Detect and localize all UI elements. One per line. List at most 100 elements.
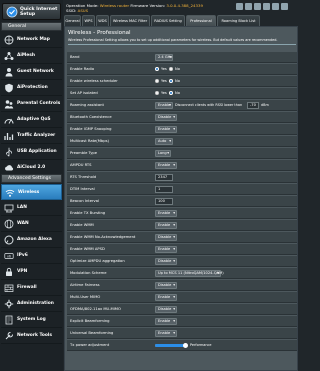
traffic-analyzer-icon <box>4 133 14 140</box>
aimesh-icon <box>4 52 14 60</box>
bt-coexistence-label: Bluetooth Coexistence <box>70 115 112 119</box>
sidebar-item-aimesh[interactable]: AiMesh <box>1 48 62 64</box>
sidebar-item-wireless[interactable]: Wireless <box>1 184 62 200</box>
scheduler-no[interactable]: No <box>169 78 180 85</box>
parental-controls-icon <box>4 100 14 109</box>
wireless-icon <box>5 189 15 197</box>
ssid-value: ASUS <box>77 8 89 13</box>
sidebar-item-label: Traffic Analyzer <box>17 133 56 138</box>
sidebar-item-label: Administration <box>17 301 54 306</box>
sidebar-item-amazon-alexa[interactable]: Amazon Alexa <box>1 232 62 248</box>
bt-coexistence-select[interactable]: Disable <box>155 114 177 121</box>
explicit-bf-select[interactable]: Enable <box>155 318 177 325</box>
preamble-select[interactable]: Long <box>155 150 171 157</box>
enable-radio-no[interactable]: No <box>169 66 180 73</box>
roaming-assistant-select[interactable]: Enable <box>155 102 173 109</box>
aicloud-icon <box>5 165 14 171</box>
tx-bursting-select[interactable]: Enable <box>155 210 177 217</box>
wifi-status-icon[interactable] <box>263 3 270 10</box>
firmware-value[interactable]: 3.0.0.4.388_24339 <box>166 3 203 8</box>
dtim-input[interactable]: 1 <box>155 186 173 193</box>
explicit-bf-label: Explicit Beamforming <box>70 319 110 323</box>
ampdu-rts-select[interactable]: Enable <box>155 162 177 169</box>
tx-bursting-label: Enable TX Bursting <box>70 211 106 215</box>
enable-radio-label: Enable Radio <box>70 67 95 71</box>
row-modulation-scheme: Modulation Scheme Up to MCS 11 (NitroQAM… <box>67 268 297 279</box>
row-ap-isolated: Set AP isolated Yes No <box>67 88 297 99</box>
sidebar-item-aiprotection[interactable]: AiProtection <box>1 80 62 96</box>
sidebar-item-wan[interactable]: WAN <box>1 216 62 232</box>
administration-icon <box>4 299 14 309</box>
rssi-unit: dBm <box>261 103 269 107</box>
ap-isolated-no[interactable]: No <box>169 90 180 97</box>
row-preamble-type: Preamble Type Long <box>67 148 297 159</box>
sidebar-item-guest-network[interactable]: Guest Network <box>1 64 62 80</box>
ap-isolated-yes[interactable]: Yes <box>155 90 167 97</box>
ap-isolated-label: Set AP isolated <box>70 91 98 95</box>
sidebar-item-label: AiProtection <box>17 85 48 90</box>
tab-wireless-mac-filter[interactable]: Wireless MAC Filter <box>110 15 150 26</box>
band-label: Band <box>70 55 80 59</box>
roaming-assistant-label: Roaming assistant <box>70 103 104 107</box>
modulation-select[interactable]: Up to MCS 11 (NitroQAM/1024-QAM) <box>155 270 224 277</box>
igmp-snooping-label: Enable IGMP Snooping <box>70 127 112 131</box>
scheduler-yes[interactable]: Yes <box>155 78 167 85</box>
sidebar-item-label: AiCloud 2.0 <box>17 165 46 170</box>
sidebar-item-label: Guest Network <box>17 69 54 74</box>
enable-radio-yes[interactable]: Yes <box>155 66 167 73</box>
sidebar-item-administration[interactable]: Administration <box>1 296 62 312</box>
quick-internet-setup-button[interactable]: Quick Internet Setup <box>2 3 61 20</box>
wmm-select[interactable]: Enable <box>155 222 177 229</box>
universal-bf-select[interactable]: Enable <box>155 330 177 337</box>
igmp-snooping-select[interactable]: Enable <box>155 126 177 133</box>
band-select[interactable]: 2.4 GHz <box>155 54 173 61</box>
ampdu-agg-select[interactable]: Disable <box>155 258 177 265</box>
quick-setup-icon <box>6 6 18 18</box>
wmm-label: Enable WMM <box>70 223 94 227</box>
tab-wds[interactable]: WDS <box>96 15 109 26</box>
app-icon[interactable] <box>236 3 243 10</box>
tx-power-knob[interactable] <box>183 343 188 348</box>
sidebar-item-vpn[interactable]: VPN <box>1 264 62 280</box>
tab-professional[interactable]: Professional <box>186 15 216 26</box>
firewall-icon <box>4 284 14 292</box>
sidebar-item-ipv6[interactable]: v6 IPv6 <box>1 248 62 264</box>
beacon-label: Beacon Interval <box>70 199 99 203</box>
sidebar-item-network-map[interactable]: Network Map <box>1 32 62 48</box>
tab-general[interactable]: General <box>64 15 81 26</box>
internet-status-icon[interactable] <box>272 3 279 10</box>
sidebar-item-traffic-analyzer[interactable]: Traffic Analyzer <box>1 128 62 144</box>
wmm-noack-select[interactable]: Disable <box>155 234 177 241</box>
beacon-input[interactable]: 100 <box>155 198 173 205</box>
wmm-apsd-select[interactable]: Enable <box>155 246 177 253</box>
sidebar-item-network-tools[interactable]: Network Tools <box>1 328 62 344</box>
page-title: Wireless - Professional <box>68 30 131 36</box>
row-beacon-interval: Beacon Interval 100 <box>67 196 297 207</box>
rssi-input[interactable]: -70 <box>247 102 259 109</box>
usb-status-icon[interactable] <box>245 3 252 10</box>
airtime-select[interactable]: Disable <box>155 282 177 289</box>
sidebar-item-parental-controls[interactable]: Parental Controls <box>1 96 62 112</box>
sidebar-item-usb-application[interactable]: USB Application <box>1 144 62 160</box>
sidebar-item-firewall[interactable]: Firewall <box>1 280 62 296</box>
mu-mimo-select[interactable]: Enable <box>155 294 177 301</box>
page-description: Wireless Professional Setting allows you… <box>68 38 278 42</box>
tab-radius-setting[interactable]: RADIUS Setting <box>151 15 185 26</box>
row-dtim-interval: DTIM Interval 1 <box>67 184 297 195</box>
multicast-rate-select[interactable]: Auto <box>155 138 173 145</box>
sidebar-item-label: IPv6 <box>17 253 28 258</box>
tx-power-slider[interactable] <box>155 343 188 348</box>
lan-icon <box>4 204 14 213</box>
language-icon[interactable] <box>281 3 288 10</box>
op-mode-value[interactable]: Wireless router <box>100 3 129 8</box>
rts-threshold-input[interactable]: 2347 <box>155 174 173 181</box>
notification-icon[interactable] <box>254 3 261 10</box>
ofdma-select[interactable]: Disable <box>155 306 177 313</box>
tab-roaming-block-list[interactable]: Roaming Block List <box>217 15 260 26</box>
tab-wps[interactable]: WPS <box>82 15 95 26</box>
sidebar-item-system-log[interactable]: System Log <box>1 312 62 328</box>
sidebar-item-lan[interactable]: LAN <box>1 200 62 216</box>
modulation-label: Modulation Scheme <box>70 271 107 275</box>
sidebar-item-adaptive-qos[interactable]: Adaptive QoS <box>1 112 62 128</box>
sidebar-item-label: AiMesh <box>17 53 35 58</box>
